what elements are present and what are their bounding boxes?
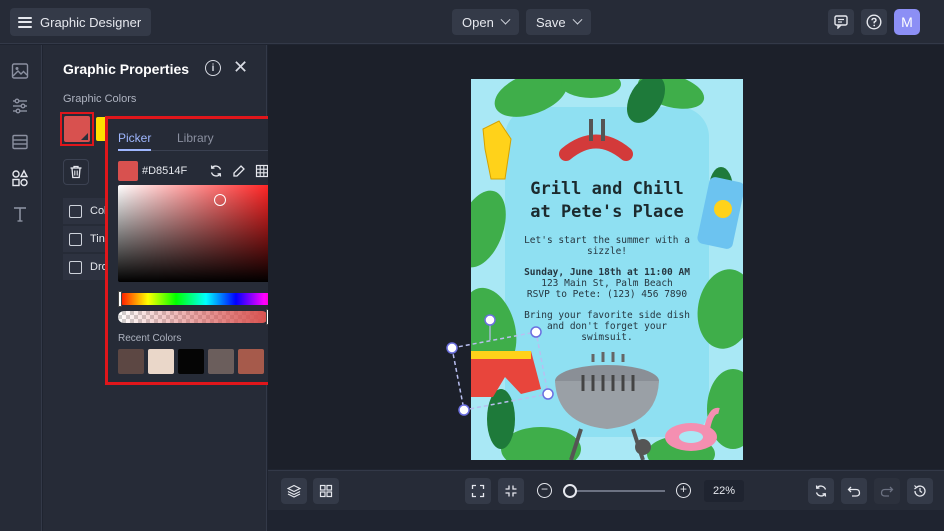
undo-icon [847, 486, 861, 497]
layout-icon[interactable] [11, 133, 29, 151]
app-menu-button[interactable]: Graphic Designer [10, 8, 152, 36]
save-label: Save [536, 14, 566, 30]
shrink-button[interactable] [498, 478, 524, 504]
redo-button[interactable] [874, 478, 900, 504]
recent-color-swatch[interactable] [208, 349, 234, 374]
info-icon[interactable]: i [205, 60, 221, 76]
opacity-slider[interactable] [118, 311, 268, 323]
open-label: Open [462, 14, 494, 30]
text-icon[interactable] [11, 205, 29, 223]
saturation-handle[interactable] [214, 194, 226, 206]
history-button[interactable] [907, 478, 933, 504]
close-icon[interactable]: ✕ [233, 58, 248, 76]
eyedropper-icon [233, 165, 245, 177]
expand-icon [471, 484, 485, 498]
help-icon [866, 14, 882, 30]
layers-icon [287, 484, 301, 498]
swap-button[interactable] [206, 161, 226, 181]
color-swatch-selected[interactable] [60, 112, 94, 146]
poster-title-line1[interactable]: Grill and Chill [471, 179, 743, 199]
refresh-icon [210, 165, 222, 177]
bottom-strip [268, 510, 944, 531]
selection-box[interactable] [444, 312, 556, 418]
checkbox[interactable] [69, 260, 82, 274]
shapes-icon[interactable] [11, 169, 29, 187]
recent-color-swatch[interactable] [238, 349, 264, 374]
left-rail [0, 45, 42, 531]
active-tab-indicator [118, 149, 151, 151]
checkbox[interactable] [69, 204, 82, 218]
poster-address[interactable]: 123 Main St, Palm Beach [471, 278, 743, 289]
redo-icon [880, 486, 894, 497]
help-button[interactable] [861, 9, 887, 35]
open-button[interactable]: Open [452, 9, 519, 35]
avatar[interactable]: M [894, 9, 920, 35]
grid-view-button[interactable] [313, 478, 339, 504]
tab-picker[interactable]: Picker [118, 131, 151, 145]
poster-intro-line1[interactable]: Let's start the summer with a [471, 235, 743, 246]
poster-title-line2[interactable]: at Pete's Place [471, 202, 743, 222]
recent-colors-label: Recent Colors [118, 333, 182, 344]
hex-input[interactable]: #D8514F [142, 165, 187, 177]
graphic-colors-label: Graphic Colors [63, 93, 137, 105]
recent-color-swatch[interactable] [148, 349, 174, 374]
delete-button[interactable] [63, 159, 89, 185]
chevron-down-icon [500, 14, 511, 25]
recent-color-swatch[interactable] [118, 349, 144, 374]
avatar-initial: M [901, 14, 913, 30]
poster-date[interactable]: Sunday, June 18th at 11:00 AM [471, 267, 743, 278]
zoom-slider-handle[interactable] [563, 484, 577, 498]
history-icon [914, 485, 926, 497]
undo-button[interactable] [841, 478, 867, 504]
checkbox-label: Tin [90, 233, 105, 245]
refresh-icon [815, 485, 827, 497]
recent-color-swatch[interactable] [178, 349, 204, 374]
color-swatch-red [64, 116, 90, 142]
zoom-level[interactable]: 22% [704, 480, 744, 502]
reset-button[interactable] [808, 478, 834, 504]
layers-button[interactable] [281, 478, 307, 504]
hamburger-icon [18, 16, 32, 28]
app-title: Graphic Designer [40, 14, 142, 30]
panel-title: Graphic Properties [63, 61, 190, 77]
save-button[interactable]: Save [526, 9, 591, 35]
zoom-in-icon[interactable]: + [676, 483, 691, 498]
fit-to-screen-button[interactable] [465, 478, 491, 504]
image-icon[interactable] [11, 62, 29, 80]
current-color-swatch [118, 161, 138, 181]
hue-slider-handle[interactable] [118, 291, 122, 307]
eyedropper-button[interactable] [229, 161, 249, 181]
tab-library[interactable]: Library [177, 131, 214, 145]
trash-icon [70, 165, 82, 179]
zoom-slider[interactable] [563, 490, 665, 492]
poster-rsvp[interactable]: RSVP to Pete: (123) 456 7890 [471, 289, 743, 300]
grid-icon [319, 484, 333, 498]
zoom-out-icon[interactable]: − [537, 483, 552, 498]
poster-intro-line2[interactable]: sizzle! [471, 246, 743, 257]
grid-icon [255, 164, 269, 178]
chevron-down-icon [572, 14, 583, 25]
checkbox[interactable] [69, 232, 82, 246]
comments-button[interactable] [828, 9, 854, 35]
adjustments-icon[interactable] [11, 97, 29, 115]
top-bar: Graphic Designer Open Save M [0, 0, 944, 44]
comment-icon [834, 15, 848, 29]
compress-icon [505, 485, 517, 497]
